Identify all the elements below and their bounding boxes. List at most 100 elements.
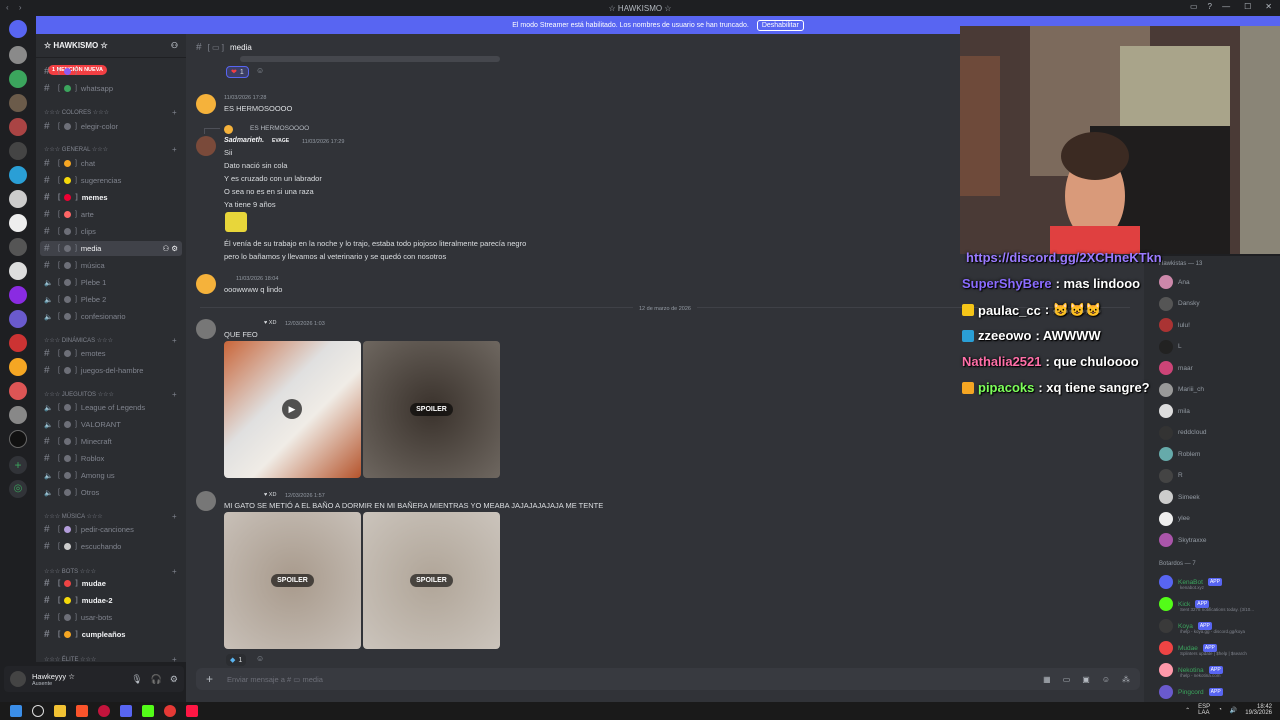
channel-item[interactable]: # [] (40, 64, 182, 79)
add-channel-icon[interactable]: + (172, 390, 177, 399)
channel-elegir-color[interactable]: # [] elegir-color (40, 119, 182, 134)
minimize-icon[interactable]: — (1222, 2, 1230, 11)
avatar[interactable] (196, 319, 216, 339)
member-item[interactable]: Roblem (1159, 446, 1200, 462)
apps-icon[interactable]: ⁂ (1122, 675, 1130, 684)
channel-media[interactable]: # [] media ⚇ ⚙ (40, 241, 182, 256)
server-icon[interactable] (9, 70, 27, 88)
home-icon[interactable] (9, 20, 27, 38)
channel-mudae[interactable]: # [] mudae (40, 576, 182, 591)
avatar[interactable] (196, 274, 216, 294)
reaction[interactable]: ❤ 1 (226, 66, 249, 78)
reply-text[interactable]: ES HERMOSOOOO (250, 125, 309, 132)
discover-icon[interactable]: ◎ (9, 480, 27, 498)
reaction[interactable]: ◆ 1 (226, 654, 247, 666)
channel-emotes[interactable]: # [] emotes (40, 346, 182, 361)
mic-icon[interactable]: 🎙 (131, 674, 142, 685)
add-reaction-icon[interactable]: ☺ (256, 66, 264, 75)
member-item[interactable]: mila (1159, 403, 1190, 419)
disable-streamer-button[interactable]: Deshabilitar (756, 19, 804, 31)
server-icon[interactable] (9, 358, 27, 376)
previous-media[interactable] (240, 56, 500, 62)
add-server-icon[interactable]: + (9, 456, 27, 474)
search-icon[interactable] (32, 705, 44, 717)
add-channel-icon[interactable]: + (172, 108, 177, 117)
channel-cumplea-os[interactable]: # [] cumpleaños (40, 627, 182, 642)
inbox-icon[interactable]: ▭ (1190, 2, 1198, 11)
bot-member-item[interactable]: Pingcord APP (1159, 684, 1223, 700)
member-item[interactable]: ylee (1159, 511, 1190, 527)
avatar[interactable] (10, 671, 26, 687)
member-item[interactable]: lulu! (1159, 317, 1190, 333)
avatar[interactable] (196, 136, 216, 156)
server-icon[interactable] (9, 142, 27, 160)
app-icon[interactable] (164, 705, 176, 717)
channel-league-of-legends[interactable]: 🔈 [] League of Legends (40, 400, 182, 415)
category-header[interactable]: ☆☆☆ GENERAL ☆☆☆ + (44, 145, 177, 154)
channel-escuchando[interactable]: # [] escuchando (40, 539, 182, 554)
member-item[interactable]: L (1159, 339, 1182, 355)
channel-juegos-del-hambre[interactable]: # [] juegos-del-hambre (40, 363, 182, 378)
chevron-up-icon[interactable]: ⌃ (1185, 707, 1190, 714)
message-composer[interactable]: + Enviar mensaje a # ▭ media ▦ ▭ ▣ ☺ ⁂ (196, 668, 1140, 690)
file-explorer-icon[interactable] (54, 705, 66, 717)
channel-roblox[interactable]: # [] Roblox (40, 451, 182, 466)
emoji-icon[interactable]: ☺ (1102, 675, 1110, 684)
category-header[interactable]: ☆☆☆ JUEGUITOS ☆☆☆ + (44, 390, 177, 399)
spoiler-media[interactable]: SPOILER (363, 512, 500, 649)
bot-member-item[interactable]: Mudae APP Splinters update | $help | $sear… (1159, 640, 1247, 656)
channel-plebe-2[interactable]: 🔈 [] Plebe 2 (40, 292, 182, 307)
add-channel-icon[interactable]: + (172, 512, 177, 521)
category-header[interactable]: ☆☆☆ MÚSICA ☆☆☆ + (44, 512, 177, 521)
server-icon[interactable] (9, 238, 27, 256)
play-icon[interactable]: ▶ (282, 399, 302, 419)
sticker-icon[interactable]: ▣ (1082, 675, 1090, 684)
server-icon[interactable] (9, 406, 27, 424)
server-icon[interactable] (9, 166, 27, 184)
server-icon[interactable] (9, 46, 27, 64)
member-item[interactable]: Ana (1159, 274, 1190, 290)
opera-icon[interactable] (98, 705, 110, 717)
server-icon[interactable] (9, 286, 27, 304)
server-icon[interactable] (9, 190, 27, 208)
video-thumbnail[interactable]: ▶ (224, 341, 361, 478)
member-item[interactable]: maar (1159, 360, 1193, 376)
clock[interactable]: 18:42 19/3/2026 (1245, 704, 1272, 716)
bot-member-item[interactable]: Koya APP/help - koya.gg - discord.gg/koya (1159, 618, 1245, 634)
add-channel-icon[interactable]: + (172, 567, 177, 576)
volume-icon[interactable]: 🔊 (1230, 707, 1237, 714)
server-icon[interactable] (9, 262, 27, 280)
server-icon[interactable] (9, 382, 27, 400)
channel-clips[interactable]: # [] clips (40, 224, 182, 239)
channel-mudae-2[interactable]: # [] mudae-2 (40, 593, 182, 608)
add-member-icon[interactable]: ⚇ (171, 41, 178, 50)
add-channel-icon[interactable]: + (172, 655, 177, 664)
member-item[interactable]: R (1159, 468, 1183, 484)
member-item[interactable]: Dansky (1159, 296, 1200, 312)
channel-pedir-canciones[interactable]: # [] pedir-canciones (40, 522, 182, 537)
channel-usar-bots[interactable]: # [] usar-bots (40, 610, 182, 625)
category-header[interactable]: ☆☆☆ ÉLITE ☆☆☆ + (44, 655, 177, 664)
channel-plebe-1[interactable]: 🔈 [] Plebe 1 (40, 275, 182, 290)
channel-sugerencias[interactable]: # [] sugerencias (40, 173, 182, 188)
channel-whatsapp[interactable]: # [] whatsapp (40, 81, 182, 96)
channel-settings-icon[interactable]: ⚇ ⚙ (162, 244, 178, 253)
headphones-icon[interactable]: 🎧 (151, 674, 162, 685)
channel-m-sica[interactable]: # [] música (40, 258, 182, 273)
channel-minecraft[interactable]: # [] Minecraft (40, 434, 182, 449)
nav-arrows[interactable]: ‹ › (6, 3, 26, 12)
settings-icon[interactable]: ⚙ (170, 674, 178, 685)
server-icon[interactable] (9, 310, 27, 328)
spoiler-media[interactable]: SPOILER (224, 512, 361, 649)
add-attachment-icon[interactable]: + (206, 672, 213, 686)
wifi-icon[interactable]: ◔ (1218, 707, 1222, 713)
server-icon[interactable] (9, 118, 27, 136)
channel-memes[interactable]: # [] memes (40, 190, 182, 205)
member-item[interactable]: Simeek (1159, 489, 1200, 505)
server-header[interactable]: ☆ HAWKISMO ☆ ⚇ (36, 34, 186, 58)
help-icon[interactable]: ? (1208, 2, 1212, 11)
avatar[interactable] (196, 94, 216, 114)
bot-member-item[interactable]: Nekotina APP/help - nekotina.com (1159, 662, 1223, 678)
category-header[interactable]: ☆☆☆ DINÁMICAS ☆☆☆ + (44, 336, 177, 345)
close-icon[interactable]: ✕ (1265, 2, 1272, 11)
